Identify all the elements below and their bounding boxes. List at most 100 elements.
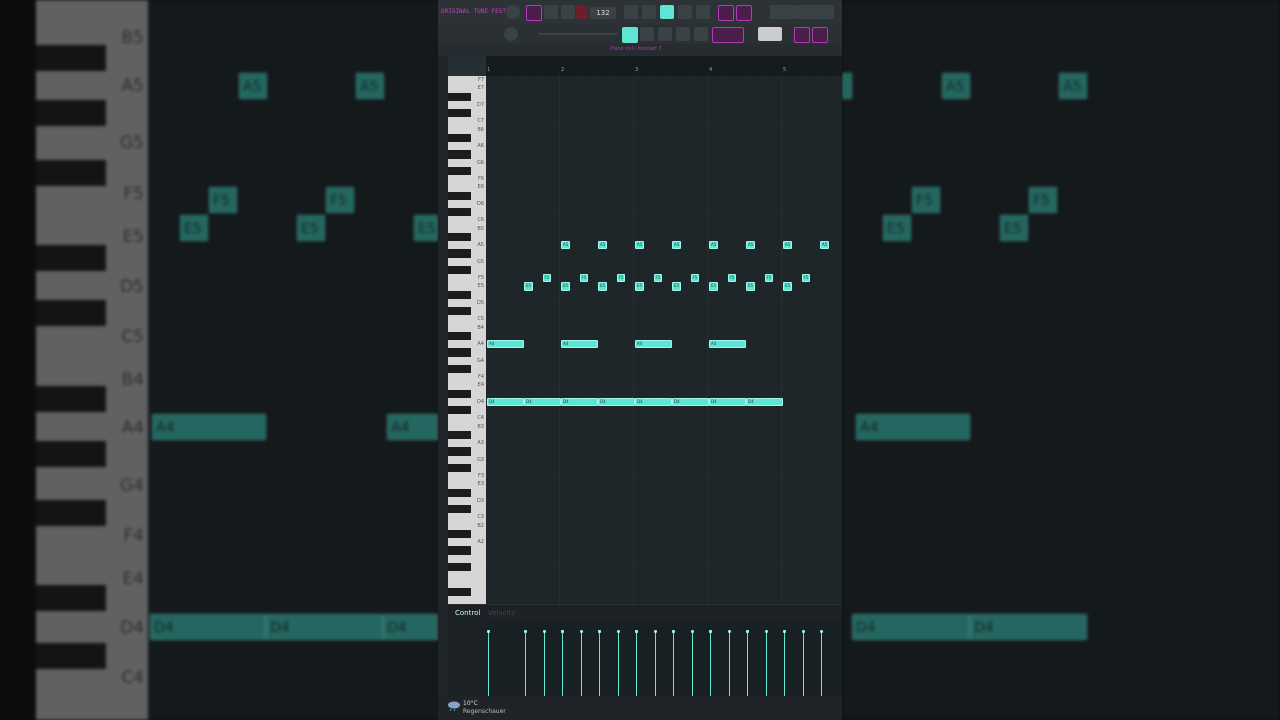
black-key[interactable] — [448, 364, 471, 373]
black-key[interactable] — [448, 150, 471, 159]
black-key[interactable] — [448, 505, 471, 514]
note[interactable]: A5 — [598, 241, 607, 250]
tools-button[interactable] — [812, 27, 828, 43]
velocity-handle[interactable] — [598, 630, 601, 633]
plugin-picker-button[interactable] — [794, 27, 810, 43]
velocity-bar[interactable] — [802, 631, 804, 697]
note[interactable]: A4 — [487, 340, 524, 349]
tempo-display[interactable]: 132 — [590, 7, 616, 19]
velocity-bar[interactable] — [654, 631, 656, 697]
note[interactable]: D4 — [598, 397, 635, 406]
velocity-bar[interactable] — [525, 631, 526, 697]
black-key[interactable] — [448, 406, 471, 415]
piano-keyboard[interactable]: F7 E7 D7 C7 B6 A6 G6 F6 E6 D6 C6 B5 A5 G5 F5 E5 D5 C5 B4 A4… — [448, 76, 486, 613]
velocity-bar[interactable] — [784, 631, 785, 697]
note[interactable]: F5 — [653, 274, 663, 283]
note[interactable]: A5 — [709, 241, 718, 250]
loop-record-button[interactable] — [696, 5, 710, 19]
black-key[interactable] — [448, 430, 471, 439]
note[interactable]: A4 — [709, 340, 746, 349]
velocity-bar[interactable] — [728, 631, 730, 697]
note-grid[interactable]: A5 A5 A5 A5 A5 A5 A5 A5 F5 F5 F5 F5 F5 F5 F5 F5 E5 E5 E5 E5… — [486, 76, 842, 604]
black-key[interactable] — [448, 529, 471, 538]
velocity-lane[interactable] — [486, 621, 842, 697]
black-key[interactable] — [448, 109, 471, 118]
velocity-handle[interactable] — [524, 630, 527, 633]
velocity-bar[interactable] — [673, 631, 674, 697]
black-key[interactable] — [448, 133, 471, 142]
note[interactable]: D4 — [746, 397, 783, 406]
piano-roll-button[interactable] — [622, 27, 638, 43]
black-key[interactable] — [448, 587, 471, 596]
black-key[interactable] — [448, 166, 471, 175]
velocity-handle[interactable] — [542, 630, 546, 633]
velocity-handle[interactable] — [727, 630, 731, 633]
black-key[interactable] — [448, 447, 471, 456]
black-key[interactable] — [448, 348, 471, 357]
play-button[interactable] — [544, 5, 558, 19]
velocity-bar[interactable] — [747, 631, 748, 697]
velocity-label[interactable]: Velocity — [488, 609, 515, 617]
note[interactable]: F5 — [616, 274, 626, 283]
note[interactable]: E5 — [672, 282, 681, 291]
black-key[interactable] — [448, 389, 471, 398]
velocity-bar[interactable] — [599, 631, 600, 697]
note[interactable]: F5 — [801, 274, 811, 283]
note[interactable]: F5 — [542, 274, 552, 283]
note[interactable]: F5 — [727, 274, 737, 283]
black-key[interactable] — [448, 249, 471, 258]
blend-notes-button[interactable] — [736, 5, 752, 21]
note[interactable]: E5 — [524, 282, 533, 291]
note[interactable]: E5 — [746, 282, 755, 291]
black-key[interactable] — [448, 265, 471, 274]
stop-button[interactable] — [561, 5, 575, 19]
position-slider[interactable] — [538, 33, 618, 35]
velocity-handle[interactable] — [801, 630, 805, 633]
control-label[interactable]: Control — [455, 609, 480, 617]
velocity-handle[interactable] — [783, 630, 786, 633]
note[interactable]: F5 — [764, 274, 774, 283]
note[interactable]: D4 — [524, 397, 561, 406]
black-key[interactable] — [448, 331, 471, 340]
black-key[interactable] — [448, 191, 471, 200]
pattern-number[interactable] — [758, 27, 782, 41]
velocity-handle[interactable] — [746, 630, 749, 633]
black-key[interactable] — [448, 562, 471, 571]
velocity-handle[interactable] — [653, 630, 657, 633]
countdown-button[interactable] — [718, 5, 734, 21]
timeline-ruler[interactable]: 1 2 3 4 5 — [486, 56, 842, 76]
velocity-handle[interactable] — [672, 630, 675, 633]
note[interactable]: D4 — [672, 397, 709, 406]
record-button[interactable] — [576, 5, 588, 19]
black-key[interactable] — [448, 232, 471, 241]
note[interactable]: E5 — [635, 282, 644, 291]
note[interactable]: A4 — [561, 340, 598, 349]
snap-button[interactable] — [624, 5, 638, 19]
velocity-bar[interactable] — [580, 631, 582, 697]
velocity-handle[interactable] — [487, 630, 490, 633]
metronome-button[interactable] — [678, 5, 692, 19]
black-key[interactable] — [448, 290, 471, 299]
velocity-handle[interactable] — [690, 630, 694, 633]
step-edit-button[interactable] — [660, 5, 674, 19]
black-key[interactable] — [448, 208, 471, 217]
note[interactable]: A5 — [672, 241, 681, 250]
velocity-handle[interactable] — [579, 630, 583, 633]
pattern-song-toggle[interactable] — [526, 5, 542, 21]
note[interactable]: F5 — [579, 274, 589, 283]
note[interactable]: E5 — [561, 282, 570, 291]
velocity-bar[interactable] — [562, 631, 563, 697]
note[interactable]: E5 — [709, 282, 718, 291]
velocity-bar[interactable] — [617, 631, 619, 697]
note[interactable]: A4 — [635, 340, 672, 349]
note[interactable]: D4 — [709, 397, 746, 406]
velocity-bar[interactable] — [710, 631, 711, 697]
note[interactable]: A5 — [561, 241, 570, 250]
velocity-handle[interactable] — [635, 630, 638, 633]
velocity-handle[interactable] — [561, 630, 564, 633]
velocity-handle[interactable] — [764, 630, 768, 633]
note[interactable]: A5 — [820, 241, 829, 250]
velocity-bar[interactable] — [488, 631, 489, 697]
channel-rack-button[interactable] — [640, 27, 654, 41]
pattern-selector[interactable] — [712, 27, 744, 43]
